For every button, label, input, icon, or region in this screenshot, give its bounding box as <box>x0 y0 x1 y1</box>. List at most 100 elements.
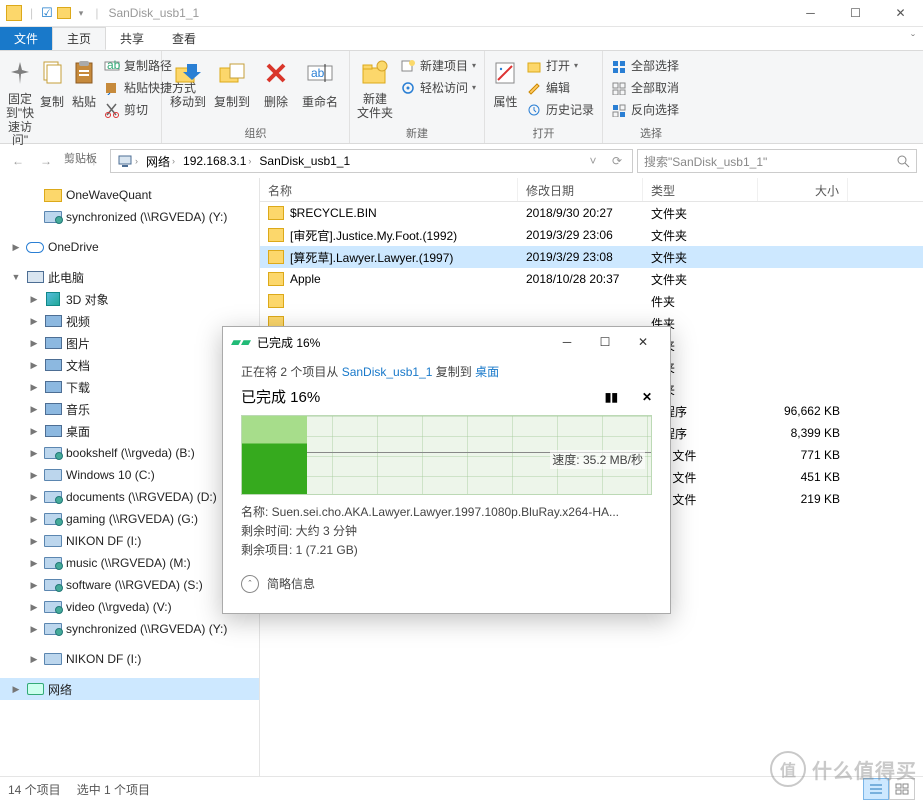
tree-item[interactable]: ▶software (\\RGVEDA) (S:) <box>0 574 259 596</box>
tab-file[interactable]: 文件 <box>0 27 52 50</box>
breadcrumb-folder[interactable]: SanDisk_usb1_1 <box>255 154 354 168</box>
tree-item[interactable]: ▶视频 <box>0 310 259 332</box>
new-folder-button[interactable]: 新建 文件夹 <box>354 53 396 121</box>
dialog-maximize-button[interactable]: ☐ <box>586 327 624 357</box>
expand-icon[interactable]: ▶ <box>28 558 40 569</box>
expand-icon[interactable]: ▶ <box>28 624 40 635</box>
tree-item[interactable]: ▶下载 <box>0 376 259 398</box>
tab-view[interactable]: 查看 <box>158 27 210 50</box>
history-button[interactable]: 历史记录 <box>522 99 598 120</box>
tree-item[interactable]: ▶NIKON DF (I:) <box>0 648 259 670</box>
expand-icon[interactable]: ▶ <box>28 470 40 481</box>
tree-item[interactable]: ▶OneDrive <box>0 236 259 258</box>
expand-icon[interactable]: ▶ <box>28 404 40 415</box>
pin-button[interactable]: 固定到"快 速访问" <box>4 53 36 148</box>
tree-item[interactable]: ▶网络 <box>0 678 259 700</box>
paste-button[interactable]: 粘贴 <box>68 53 100 110</box>
tree-item[interactable]: ▶桌面 <box>0 420 259 442</box>
breadcrumb-ip[interactable]: 192.168.3.1› <box>179 154 255 168</box>
properties-button[interactable]: 属性 <box>489 53 522 110</box>
invert-selection-button[interactable]: 反向选择 <box>607 99 683 120</box>
expand-icon[interactable]: ▶ <box>10 684 22 695</box>
up-button[interactable]: ↑ <box>82 149 106 173</box>
select-none-button[interactable]: 全部取消 <box>607 77 683 98</box>
qat-properties-icon[interactable]: ☑ <box>41 5 53 21</box>
address-bar[interactable]: › 网络› 192.168.3.1› SanDisk_usb1_1 ˅⟳ <box>110 149 633 173</box>
expand-icon[interactable]: ▶ <box>28 426 40 437</box>
expand-icon[interactable]: ▶ <box>28 382 40 393</box>
refresh-button[interactable]: ⟳ <box>604 149 630 173</box>
expand-icon[interactable]: ▶ <box>28 514 40 525</box>
tree-item[interactable]: ▶gaming (\\RGVEDA) (G:) <box>0 508 259 530</box>
tree-item[interactable]: ▶图片 <box>0 332 259 354</box>
dialog-close-button[interactable]: ✕ <box>624 327 662 357</box>
copy-to-button[interactable]: 复制到 <box>210 53 254 110</box>
qat-dropdown-icon[interactable]: ▾ <box>75 8 88 19</box>
tree-item[interactable]: ▼此电脑 <box>0 266 259 288</box>
table-row[interactable]: Apple2018/10/28 20:37文件夹 <box>260 268 923 290</box>
table-row[interactable]: 件夹 <box>260 290 923 312</box>
col-name[interactable]: 名称 <box>260 178 518 201</box>
tree-item[interactable]: ▶music (\\RGVEDA) (M:) <box>0 552 259 574</box>
fewer-details-button[interactable]: ˆ 简略信息 <box>241 575 652 593</box>
tree-item[interactable]: ▶文档 <box>0 354 259 376</box>
ribbon-expand-icon[interactable]: ˇ <box>911 32 915 46</box>
table-row[interactable]: [审死官].Justice.My.Foot.(1992)2019/3/29 23… <box>260 224 923 246</box>
tree-item[interactable]: ▶Windows 10 (C:) <box>0 464 259 486</box>
pause-button[interactable]: ▮▮ <box>605 390 618 404</box>
tree-item[interactable]: OneWaveQuant <box>0 184 259 206</box>
nav-tree[interactable]: OneWaveQuantsynchronized (\\RGVEDA) (Y:)… <box>0 178 260 776</box>
rename-button[interactable]: ab重命名 <box>298 53 342 110</box>
edit-button[interactable]: 编辑 <box>522 77 598 98</box>
copy-button[interactable]: 复制 <box>36 53 68 110</box>
move-to-button[interactable]: 移动到 <box>166 53 210 110</box>
new-item-button[interactable]: 新建项目▾ <box>396 55 480 76</box>
tree-item[interactable]: ▶bookshelf (\\rgveda) (B:) <box>0 442 259 464</box>
tree-item[interactable]: synchronized (\\RGVEDA) (Y:) <box>0 206 259 228</box>
table-row[interactable]: [算死草].Lawyer.Lawyer.(1997)2019/3/29 23:0… <box>260 246 923 268</box>
expand-icon[interactable]: ▶ <box>28 338 40 349</box>
expand-icon[interactable]: ▶ <box>28 360 40 371</box>
src-link[interactable]: SanDisk_usb1_1 <box>342 365 433 379</box>
select-all-button[interactable]: 全部选择 <box>607 55 683 76</box>
tree-item[interactable]: ▶3D 对象 <box>0 288 259 310</box>
search-input[interactable]: 搜索"SanDisk_usb1_1" <box>637 149 917 173</box>
expand-icon[interactable]: ▶ <box>28 492 40 503</box>
address-dropdown-icon[interactable]: ˅ <box>582 149 604 173</box>
easy-access-button[interactable]: 轻松访问▾ <box>396 77 480 98</box>
tab-home[interactable]: 主页 <box>52 27 106 50</box>
cancel-button[interactable]: ✕ <box>642 390 652 404</box>
expand-icon[interactable]: ▶ <box>28 580 40 591</box>
col-type[interactable]: 类型 <box>643 178 758 201</box>
tree-item[interactable]: ▶video (\\rgveda) (V:) <box>0 596 259 618</box>
tree-item[interactable]: ▶音乐 <box>0 398 259 420</box>
expand-icon[interactable]: ▼ <box>10 272 22 282</box>
table-row[interactable]: $RECYCLE.BIN2018/9/30 20:27文件夹 <box>260 202 923 224</box>
expand-icon[interactable]: ▶ <box>28 294 40 305</box>
recent-button[interactable]: ˅ <box>62 149 78 173</box>
expand-icon[interactable]: ▶ <box>28 654 40 665</box>
minimize-button[interactable]: ─ <box>788 0 833 27</box>
delete-button[interactable]: 删除 <box>254 53 298 110</box>
close-button[interactable]: ✕ <box>878 0 923 27</box>
breadcrumb-network[interactable]: 网络› <box>142 153 179 170</box>
expand-icon[interactable]: ▶ <box>28 602 40 613</box>
list-header[interactable]: 名称 修改日期 类型 大小 <box>260 178 923 202</box>
qat-folder-icon[interactable] <box>57 7 71 19</box>
dialog-titlebar[interactable]: ▰▰ 已完成 16% ─ ☐ ✕ <box>223 327 670 357</box>
dialog-minimize-button[interactable]: ─ <box>548 327 586 357</box>
expand-icon[interactable]: ▶ <box>10 242 22 253</box>
dst-link[interactable]: 桌面 <box>475 365 499 379</box>
maximize-button[interactable]: ☐ <box>833 0 878 27</box>
expand-icon[interactable]: ▶ <box>28 316 40 327</box>
col-size[interactable]: 大小 <box>758 178 848 201</box>
tree-item[interactable]: ▶synchronized (\\RGVEDA) (Y:) <box>0 618 259 640</box>
expand-icon[interactable]: ▶ <box>28 448 40 459</box>
open-button[interactable]: 打开▾ <box>522 55 598 76</box>
col-date[interactable]: 修改日期 <box>518 178 643 201</box>
forward-button[interactable]: → <box>34 149 58 173</box>
tree-item[interactable]: ▶documents (\\RGVEDA) (D:) <box>0 486 259 508</box>
back-button[interactable]: ← <box>6 149 30 173</box>
tree-item[interactable]: ▶NIKON DF (I:) <box>0 530 259 552</box>
tab-share[interactable]: 共享 <box>106 27 158 50</box>
